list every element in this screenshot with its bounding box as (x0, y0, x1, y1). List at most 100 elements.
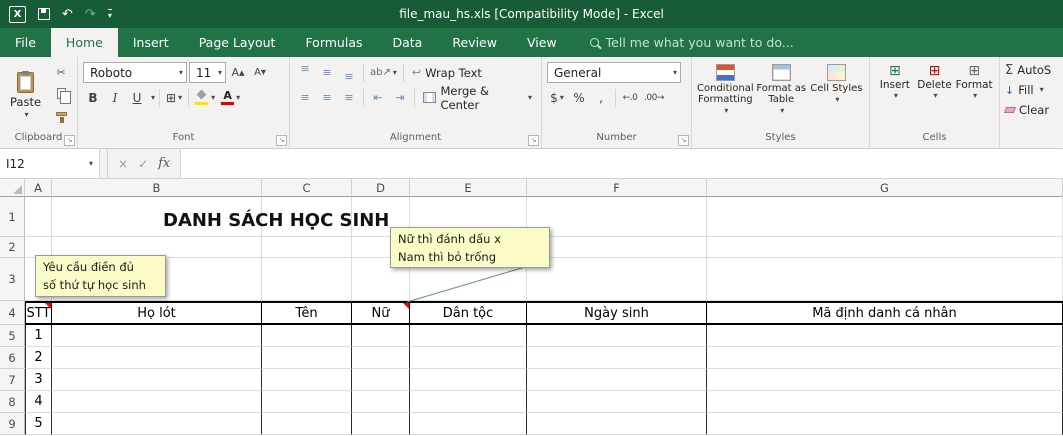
cell-G4[interactable]: Mã định danh cá nhân (707, 301, 1063, 325)
cell-B9[interactable] (52, 413, 262, 435)
cell-C6[interactable] (262, 347, 352, 369)
tab-view[interactable]: View (512, 28, 572, 57)
italic-button[interactable]: I (105, 87, 125, 108)
cell-D6[interactable] (352, 347, 410, 369)
underline-button[interactable]: U (127, 87, 147, 108)
font-size-select[interactable]: 11 ▾ (189, 62, 226, 83)
excel-app-icon[interactable]: X (9, 5, 26, 23)
row-header-7[interactable]: 7 (0, 369, 25, 391)
merge-center-button[interactable]: Merge & Center ▾ (419, 84, 536, 112)
bottom-align-button[interactable]: ≡ (339, 62, 359, 83)
cell-A8[interactable]: 4 (25, 391, 52, 413)
accounting-format-button[interactable]: $ ▾ (547, 87, 567, 108)
cell-D9[interactable] (352, 413, 410, 435)
cell-F6[interactable] (527, 347, 707, 369)
undo-icon[interactable]: ↶ (62, 8, 73, 21)
increase-indent-button[interactable]: ⇥ (390, 87, 410, 108)
cell-C4[interactable]: Tên (262, 301, 352, 325)
number-format-select[interactable]: General ▾ (547, 62, 681, 83)
increase-decimal-button[interactable]: ←.0 (620, 87, 640, 108)
cell-B8[interactable] (52, 391, 262, 413)
column-header-F[interactable]: F (527, 179, 707, 197)
cell-F8[interactable] (527, 391, 707, 413)
row-header-2[interactable]: 2 (0, 237, 25, 258)
clipboard-dialog-launcher[interactable]: ↘ (64, 135, 75, 146)
cell-B4[interactable]: Họ lót (52, 301, 262, 325)
cell-F5[interactable] (527, 325, 707, 347)
conditional-formatting-button[interactable]: Conditional Formatting ▾ (697, 60, 754, 131)
cell-E4[interactable]: Dân tộc (410, 301, 527, 325)
cell-G3[interactable] (707, 258, 1063, 301)
cell-styles-button[interactable]: Cell Styles ▾ (809, 60, 864, 131)
name-box-dropdown-icon[interactable]: ▾ (89, 159, 93, 168)
column-header-E[interactable]: E (410, 179, 527, 197)
cell-A7[interactable]: 3 (25, 369, 52, 391)
cell-G6[interactable] (707, 347, 1063, 369)
clear-button[interactable]: Clear (1003, 100, 1058, 120)
cell-F4[interactable]: Ngày sinh (527, 301, 707, 325)
decrease-indent-button[interactable]: ⇤ (368, 87, 388, 108)
cell-B5[interactable] (52, 325, 262, 347)
row-header-9[interactable]: 9 (0, 413, 25, 435)
column-header-A[interactable]: A (25, 179, 52, 197)
tab-insert[interactable]: Insert (118, 28, 184, 57)
format-cells-button[interactable]: ⊞ Format ▾ (954, 60, 994, 131)
cell-F7[interactable] (527, 369, 707, 391)
tell-me-box[interactable]: Tell me what you want to do... (589, 28, 794, 57)
copy-button[interactable] (51, 84, 71, 104)
align-center-button[interactable]: ≡ (317, 87, 337, 108)
number-dialog-launcher[interactable]: ↘ (678, 135, 689, 146)
cell-E8[interactable] (410, 391, 527, 413)
row-header-3[interactable]: 3 (0, 258, 25, 301)
alignment-dialog-launcher[interactable]: ↘ (528, 135, 539, 146)
customize-quick-access-icon[interactable]: ▾ (107, 8, 112, 20)
cancel-entry-button[interactable]: × (118, 157, 128, 171)
autosum-button[interactable]: Σ AutoS (1005, 60, 1058, 80)
cell-D7[interactable] (352, 369, 410, 391)
cell-F1[interactable] (527, 197, 707, 237)
increase-font-size-button[interactable]: A▴ (228, 62, 248, 83)
cell-B7[interactable] (52, 369, 262, 391)
cell-B6[interactable] (52, 347, 262, 369)
cell-F9[interactable] (527, 413, 707, 435)
cell-G1[interactable] (707, 197, 1063, 237)
tab-file[interactable]: File (0, 28, 51, 57)
column-header-C[interactable]: C (262, 179, 352, 197)
underline-dropdown-icon[interactable]: ▾ (151, 93, 155, 102)
column-header-G[interactable]: G (707, 179, 1063, 197)
tab-formulas[interactable]: Formulas (290, 28, 377, 57)
format-painter-button[interactable] (51, 105, 71, 123)
cell-G7[interactable] (707, 369, 1063, 391)
decrease-decimal-button[interactable]: .00→ (642, 87, 666, 108)
cell-G5[interactable] (707, 325, 1063, 347)
cell-E5[interactable] (410, 325, 527, 347)
formula-input[interactable] (180, 149, 1063, 178)
cell-A6[interactable]: 2 (25, 347, 52, 369)
wrap-text-button[interactable]: ↩ Wrap Text (408, 62, 486, 83)
row-header-1[interactable]: 1 (0, 197, 25, 237)
cell-A9[interactable]: 5 (25, 413, 52, 435)
insert-function-button[interactable]: fx (158, 156, 170, 171)
tab-page-layout[interactable]: Page Layout (184, 28, 291, 57)
percent-style-button[interactable]: % (569, 87, 589, 108)
name-box[interactable]: I12 ▾ (0, 149, 100, 178)
orientation-button[interactable]: ab↗ ▾ (368, 62, 399, 83)
font-dialog-launcher[interactable]: ↘ (276, 135, 287, 146)
cell-F3[interactable] (527, 258, 707, 301)
comma-style-button[interactable]: , (591, 87, 611, 108)
align-right-button[interactable]: ≡ (339, 87, 359, 108)
row-header-6[interactable]: 6 (0, 347, 25, 369)
cell-A5[interactable]: 1 (25, 325, 52, 347)
fill-button[interactable]: ↓ Fill ▾ (1005, 80, 1058, 100)
formula-bar-divider[interactable] (100, 149, 108, 178)
delete-cells-button[interactable]: ⊞ Delete ▾ (915, 60, 955, 131)
column-header-B[interactable]: B (52, 179, 262, 197)
middle-align-button[interactable]: ≡ (317, 62, 337, 83)
cell-A1[interactable] (25, 197, 52, 237)
align-left-button[interactable]: ≡ (295, 87, 315, 108)
redo-icon[interactable]: ↷ (85, 8, 96, 21)
insert-cells-button[interactable]: ⊞ Insert ▾ (875, 60, 915, 131)
select-all-button[interactable] (0, 179, 25, 197)
cell-C7[interactable] (262, 369, 352, 391)
save-icon[interactable] (38, 8, 50, 20)
